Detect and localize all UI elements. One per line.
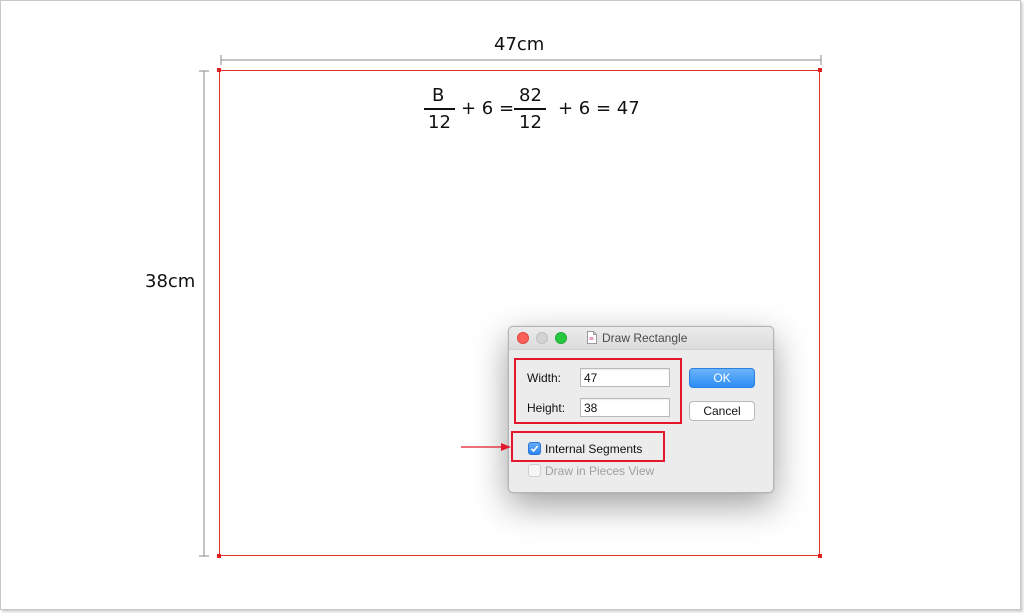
- formula-numerator-2: 82: [519, 85, 542, 106]
- rectangle-corner-handle[interactable]: [217, 554, 221, 558]
- fraction-bar-2: [514, 108, 546, 110]
- pieces-view-checkbox: [528, 464, 541, 477]
- rectangle-corner-handle[interactable]: [818, 554, 822, 558]
- dialog-titlebar[interactable]: Draw Rectangle: [509, 327, 773, 350]
- rectangle-corner-handle[interactable]: [217, 68, 221, 72]
- dimension-fields-highlight: [514, 358, 682, 424]
- cancel-button[interactable]: Cancel: [689, 401, 755, 421]
- document-icon: [587, 331, 597, 344]
- internal-segments-highlight: [511, 431, 665, 462]
- close-button[interactable]: [517, 332, 529, 344]
- ok-button[interactable]: OK: [689, 368, 755, 388]
- minimize-button[interactable]: [536, 332, 548, 344]
- formula-middle: + 6 =: [461, 98, 515, 119]
- height-dimension-label: 38cm: [145, 271, 196, 292]
- arrow-icon: [461, 443, 511, 451]
- width-dimension-line: [220, 55, 822, 65]
- fraction-bar-1: [424, 108, 455, 110]
- rectangle-corner-handle[interactable]: [818, 68, 822, 72]
- zoom-button[interactable]: [555, 332, 567, 344]
- canvas-frame: 47cm 38cm B 12 + 6 = 82 12 + 6 = 47 Draw…: [0, 0, 1021, 610]
- formula-denominator-1: 12: [428, 112, 451, 133]
- height-dimension-line: [199, 70, 209, 557]
- pieces-view-label: Draw in Pieces View: [545, 464, 655, 478]
- formula-numerator-1: B: [432, 85, 445, 106]
- formula-tail: + 6 = 47: [558, 98, 640, 119]
- dialog-title: Draw Rectangle: [602, 331, 688, 345]
- formula-denominator-2: 12: [519, 112, 542, 133]
- width-dimension-label: 47cm: [494, 34, 545, 55]
